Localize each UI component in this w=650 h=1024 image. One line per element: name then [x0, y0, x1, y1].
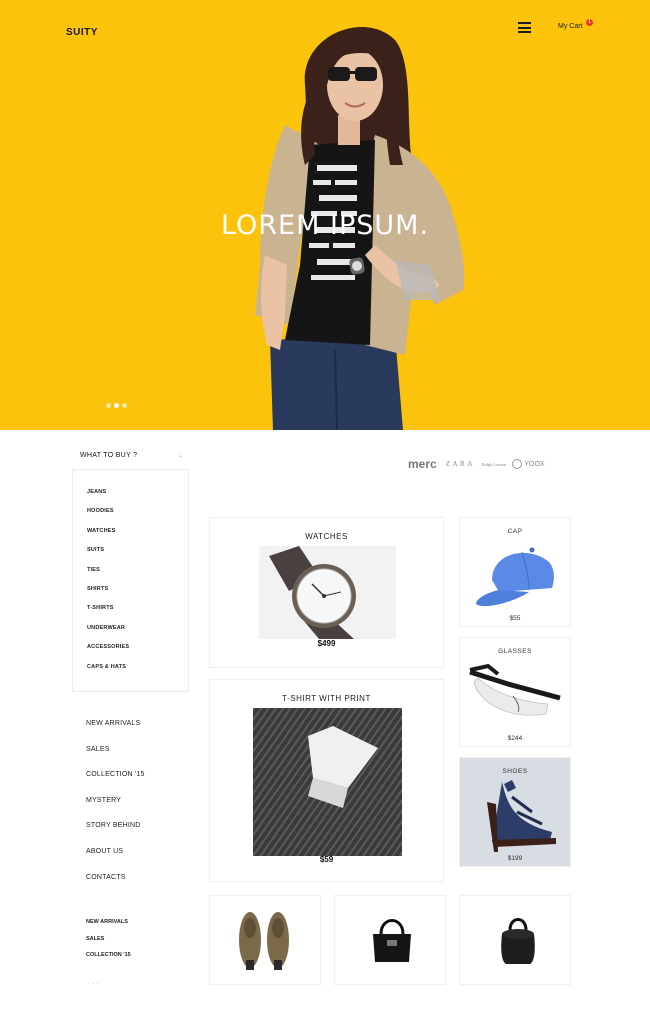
nav-item[interactable]: MYSTERY — [86, 797, 145, 823]
main-nav: NEW ARRIVALS SALES COLLECTION '15 MYSTER… — [86, 720, 145, 899]
more-indicator: · · · — [88, 980, 99, 987]
brand-ralph-lauren-logo[interactable]: Ralph Lauren — [482, 462, 507, 467]
category-item[interactable]: HOODIES — [87, 508, 129, 527]
product-title: GLASSES — [498, 648, 532, 655]
nav-item[interactable]: SALES — [86, 746, 145, 772]
brand-yoox-logo[interactable]: YOOX — [512, 459, 545, 469]
secondary-nav: NEW ARRIVALS SALES COLLECTION '15 — [86, 919, 131, 969]
product-card-boots[interactable] — [209, 895, 321, 985]
product-card-cap[interactable]: CAP $55 — [459, 517, 571, 627]
watch-image — [259, 546, 396, 639]
nav-item[interactable]: NEW ARRIVALS — [86, 720, 145, 746]
product-card-watches[interactable]: WATCHES $499 — [209, 517, 444, 668]
cap-image — [476, 547, 554, 607]
slider-dot-2[interactable] — [114, 403, 119, 408]
brand-logos: merc ZARA Ralph Lauren YOOX — [408, 457, 545, 471]
hero-title: LOREM IPSUM. — [220, 210, 430, 241]
product-price: $244 — [507, 735, 523, 742]
product-price: $55 — [509, 615, 521, 622]
category-item[interactable]: T-SHIRTS — [87, 605, 129, 624]
brand-yoox-label: YOOX — [524, 460, 545, 468]
nav-item[interactable]: CONTACTS — [86, 874, 145, 900]
chevron-down-icon[interactable]: ⌄ — [178, 452, 183, 459]
product-title: WATCHES — [305, 532, 348, 541]
brand-merc-logo[interactable]: merc — [408, 457, 437, 471]
category-item[interactable]: JEANS — [87, 489, 129, 508]
bag-image — [501, 918, 535, 964]
slider-dot-1[interactable] — [106, 403, 111, 408]
category-item[interactable]: SUITS — [87, 547, 129, 566]
nav-item[interactable]: COLLECTION '15 — [86, 771, 145, 797]
cart-link[interactable]: My Cart — [558, 23, 583, 30]
circle-icon — [512, 459, 523, 469]
product-price: $59 — [319, 855, 334, 864]
nav-item[interactable]: ABOUT US — [86, 848, 145, 874]
category-item[interactable]: ACCESSORIES — [87, 644, 129, 663]
slider-dot-3[interactable] — [122, 403, 127, 408]
category-item[interactable]: UNDERWEAR — [87, 625, 129, 644]
logo[interactable]: SUITY — [66, 27, 98, 38]
cart-count-badge: 1 — [586, 19, 593, 26]
hamburger-menu-icon[interactable] — [518, 22, 531, 33]
category-item[interactable]: SHIRTS — [87, 586, 129, 605]
product-card-glasses[interactable]: GLASSES $244 — [459, 637, 571, 747]
product-title: CAP — [507, 528, 523, 535]
nav-item[interactable]: STORY BEHIND — [86, 822, 145, 848]
slider-dots — [106, 395, 130, 413]
tshirt-image — [253, 708, 402, 856]
subnav-item[interactable]: SALES — [86, 936, 131, 953]
product-price: $499 — [317, 639, 336, 648]
category-item[interactable]: WATCHES — [87, 528, 129, 547]
handbag-image — [373, 919, 411, 962]
what-to-buy-dropdown[interactable]: WHAT TO BUY ? — [80, 452, 137, 459]
boots-image — [239, 912, 289, 970]
product-price: $199 — [507, 855, 523, 862]
product-card-shoes[interactable]: SHOES $199 — [459, 757, 571, 867]
product-card-tshirt[interactable]: T-SHIRT WITH PRINT $59 — [209, 679, 444, 882]
category-list: JEANS HOODIES WATCHES SUITS TIES SHIRTS … — [87, 489, 129, 683]
product-card-handbag[interactable] — [334, 895, 446, 985]
product-title: T-SHIRT WITH PRINT — [282, 694, 371, 703]
glasses-image — [469, 663, 561, 716]
subnav-item[interactable]: NEW ARRIVALS — [86, 919, 131, 936]
subnav-item[interactable]: COLLECTION '15 — [86, 952, 131, 969]
product-card-bag[interactable] — [459, 895, 571, 985]
category-item[interactable]: TIES — [87, 567, 129, 586]
category-item[interactable]: CAPS & HATS — [87, 664, 129, 683]
hero-banner: SUITY My Cart 1 LOREM IPSUM. — [0, 0, 650, 430]
shoes-image — [487, 780, 556, 852]
brand-zara-logo[interactable]: ZARA — [446, 460, 475, 468]
